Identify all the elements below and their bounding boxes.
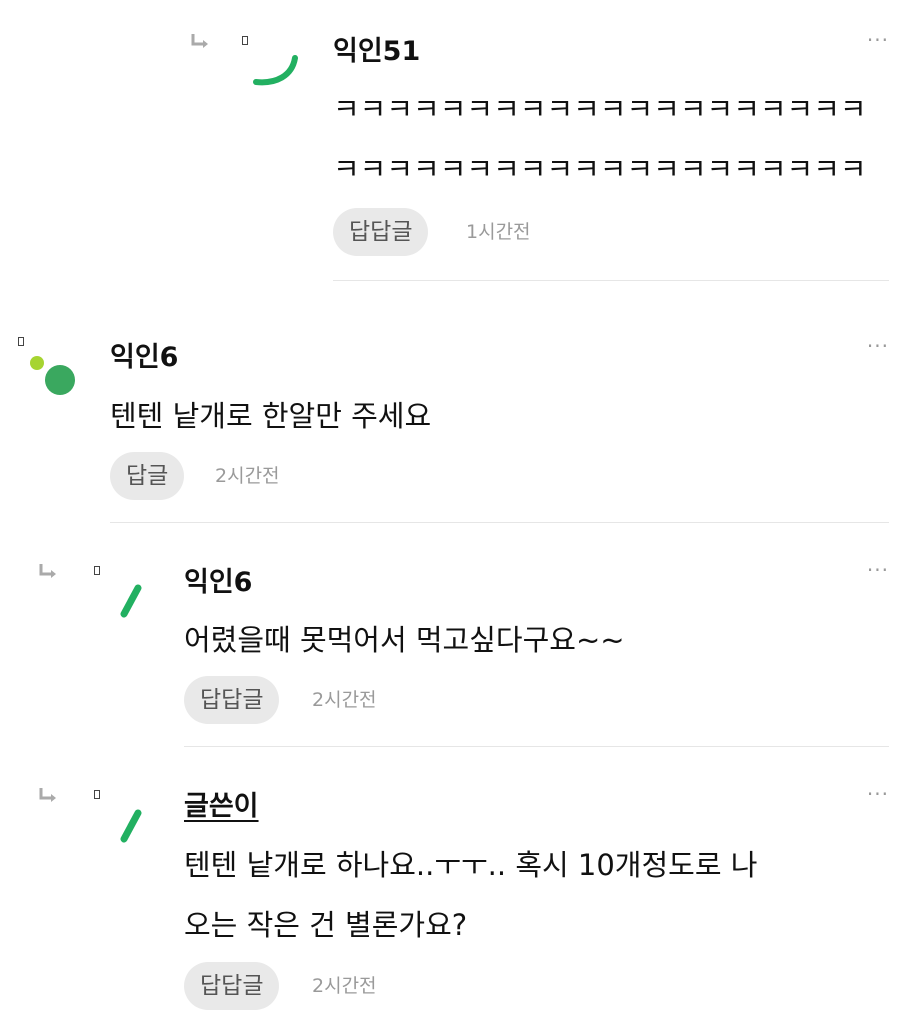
comment-author[interactable]: 익인6 — [110, 335, 178, 374]
reply-button[interactable]: 답답글 — [333, 208, 429, 256]
comment-text: 오는 작은 건 별론가요? — [184, 908, 468, 942]
reply-arrow-icon — [191, 34, 208, 48]
avatar — [120, 809, 142, 843]
comment-author-op[interactable]: 글쓴이 — [184, 784, 259, 823]
reply-arrow-icon — [39, 788, 56, 802]
comment-text: ㅋㅋㅋㅋㅋㅋㅋㅋㅋㅋㅋㅋㅋㅋㅋㅋㅋㅋㅋㅋ — [333, 92, 867, 126]
timestamp: 1시간전 — [466, 221, 531, 243]
avatar — [120, 584, 142, 618]
more-options-button[interactable]: ··· — [867, 28, 889, 52]
badge-icon — [242, 36, 248, 45]
comment-author[interactable]: 익인51 — [333, 29, 420, 68]
avatar — [30, 356, 75, 395]
reply-arrow-icon — [39, 564, 56, 578]
comment-text: 어렸을때 못먹어서 먹고싶다구요~~ — [184, 623, 625, 657]
more-options-button[interactable]: ··· — [867, 334, 889, 358]
reply-button[interactable]: 답글 — [110, 452, 185, 500]
more-options-button[interactable]: ··· — [867, 558, 889, 582]
timestamp: 2시간전 — [215, 465, 280, 487]
reply-button[interactable]: 답답글 — [184, 676, 280, 724]
comment-author[interactable]: 익인6 — [184, 560, 252, 599]
comment-text: 텐텐 낱개로 하나요..ㅜㅜ.. 혹시 10개정도로 나 — [184, 848, 758, 882]
comment-text: 텐텐 낱개로 한알만 주세요 — [110, 399, 432, 433]
badge-icon — [94, 566, 100, 575]
comment-text: ㅋㅋㅋㅋㅋㅋㅋㅋㅋㅋㅋㅋㅋㅋㅋㅋㅋㅋㅋㅋ — [333, 152, 867, 186]
timestamp: 2시간전 — [312, 689, 377, 711]
divider — [184, 746, 889, 747]
reply-button[interactable]: 답답글 — [184, 962, 280, 1010]
more-options-button[interactable]: ··· — [867, 782, 889, 806]
avatar — [253, 55, 298, 86]
divider — [110, 522, 889, 523]
divider — [333, 280, 889, 281]
badge-icon — [94, 790, 100, 799]
badge-icon — [18, 337, 24, 346]
timestamp: 2시간전 — [312, 975, 377, 997]
